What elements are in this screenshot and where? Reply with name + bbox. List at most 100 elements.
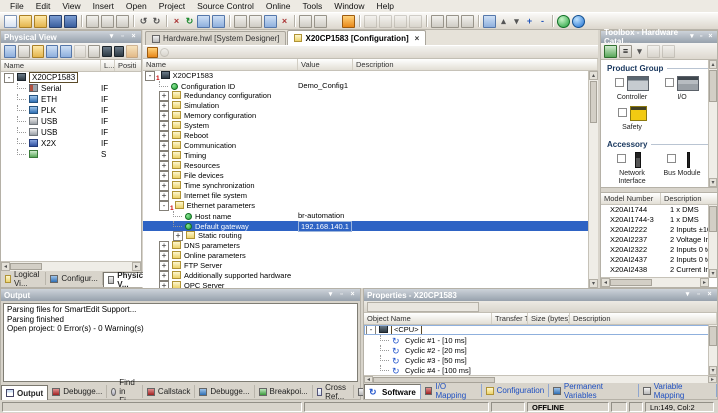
undo-icon[interactable]: ↺: [138, 16, 149, 27]
col-name[interactable]: Name: [143, 59, 298, 70]
filter-clear-icon[interactable]: [662, 45, 675, 58]
close-icon[interactable]: ×: [348, 291, 357, 300]
safety-checkbox[interactable]: [618, 108, 627, 117]
expand-icon[interactable]: +: [159, 151, 169, 161]
close-icon[interactable]: ×: [129, 33, 138, 42]
bus-module-checkbox[interactable]: [667, 154, 676, 163]
config-row[interactable]: +Memory configuration: [143, 111, 589, 121]
bookmark-up-icon[interactable]: ▴: [498, 16, 509, 27]
config-row-root[interactable]: -1X20CP1583: [143, 71, 589, 81]
accessory-network-interface[interactable]: Network Interface: [607, 152, 657, 186]
col-transfer-to[interactable]: Transfer To: [492, 313, 528, 324]
config-column-header[interactable]: Name Value Description: [143, 59, 598, 71]
accessory-bus-module[interactable]: Bus Module: [657, 152, 707, 186]
config-vscrollbar[interactable]: ▴ ▾: [588, 71, 598, 288]
list-view-icon[interactable]: ≡: [619, 45, 632, 58]
software-row-cyclic4[interactable]: ↻Cyclic #4 - [100 ms]: [364, 365, 717, 375]
filter-icon[interactable]: [60, 45, 72, 58]
paste-icon[interactable]: [116, 15, 129, 28]
col-description[interactable]: Description: [570, 313, 717, 324]
model-table-header[interactable]: Model Number Description: [601, 193, 717, 205]
expand-icon[interactable]: +: [159, 261, 169, 271]
build-icon[interactable]: [197, 15, 210, 28]
close-icon[interactable]: ×: [707, 33, 714, 42]
expand-icon[interactable]: +: [159, 171, 169, 181]
refresh-tree-icon[interactable]: [4, 45, 16, 58]
module-icon[interactable]: [102, 46, 112, 57]
expand-icon[interactable]: +: [159, 191, 169, 201]
properties-filter-box[interactable]: [367, 302, 479, 312]
edit-mode-icon[interactable]: [147, 47, 158, 58]
open-file-icon[interactable]: [34, 15, 47, 28]
monitor-icon[interactable]: [264, 15, 277, 28]
col-name[interactable]: Name: [1, 60, 101, 71]
pin-icon[interactable]: ▫: [118, 33, 127, 42]
tab-x20cp1583-configuration[interactable]: X20CP1583 [Configuration]×: [287, 30, 426, 45]
tab-cross-reference[interactable]: Cross Ref...: [313, 385, 354, 398]
expand-icon[interactable]: +: [159, 241, 169, 251]
product-group-io[interactable]: I/O: [657, 76, 707, 102]
config-row[interactable]: +System: [143, 121, 589, 131]
power-icon[interactable]: [329, 16, 340, 27]
controller-checkbox[interactable]: [615, 78, 624, 87]
tab-io-mapping[interactable]: I/O Mapping: [421, 384, 482, 397]
expand-icon[interactable]: +: [159, 181, 169, 191]
expand-icon[interactable]: +: [159, 281, 169, 288]
search-icon[interactable]: [18, 45, 30, 58]
config-row[interactable]: +DNS parameters: [143, 241, 589, 251]
model-table-vscrollbar[interactable]: ▾: [708, 205, 717, 278]
pin-icon[interactable]: ▫: [337, 291, 346, 300]
product-group-safety[interactable]: Safety: [607, 106, 657, 132]
menu-online[interactable]: Online: [260, 0, 297, 12]
config-row[interactable]: +Communication: [143, 141, 589, 151]
io-checkbox[interactable]: [665, 78, 674, 87]
config-row-default-gateway[interactable]: Default gateway 192.168.140.1: [143, 221, 589, 231]
network-interface-checkbox[interactable]: [617, 154, 626, 163]
zoom-out-icon[interactable]: -: [537, 16, 548, 27]
offline-globe-icon[interactable]: [572, 15, 585, 28]
tab-software[interactable]: ↻Software: [364, 384, 421, 399]
open-project-icon[interactable]: [19, 15, 32, 28]
catalog-view-icon[interactable]: [604, 45, 617, 58]
tab-debugger-watch[interactable]: Debugge...: [195, 385, 254, 398]
tab-configuration-view[interactable]: Configur...: [46, 272, 102, 285]
model-row[interactable]: X20AI24382 Current Inputs,: [601, 265, 709, 275]
close-tab-icon[interactable]: ×: [415, 34, 420, 43]
product-group-controller[interactable]: Controller: [607, 76, 657, 102]
expand-icon[interactable]: +: [159, 111, 169, 121]
config-row[interactable]: +Reboot: [143, 131, 589, 141]
pin-icon[interactable]: ▫: [694, 291, 703, 300]
profiler-icon[interactable]: [461, 15, 474, 28]
menu-insert[interactable]: Insert: [87, 0, 120, 12]
model-row[interactable]: X20AI23222 Inputs 0 to 20: [601, 245, 709, 255]
model-row[interactable]: X20AI22222 Inputs ±10 V,: [601, 225, 709, 235]
expand-icon[interactable]: +: [159, 121, 169, 131]
panel-menu-icon[interactable]: ▾: [326, 291, 335, 300]
list-dropdown-icon[interactable]: ▾: [634, 46, 645, 57]
zoom-tool-icon[interactable]: [299, 15, 312, 28]
tab-callstack[interactable]: Callstack: [143, 385, 195, 398]
compare-config-icon[interactable]: [160, 48, 169, 57]
redo-icon[interactable]: ↻: [151, 16, 162, 27]
config-row-ethernet[interactable]: -1Ethernet parameters: [143, 201, 589, 211]
col-value[interactable]: Value: [298, 59, 353, 70]
menu-source-control[interactable]: Source Control: [191, 0, 260, 12]
trace-icon[interactable]: [446, 15, 459, 28]
expand-icon[interactable]: +: [159, 271, 169, 281]
menu-tools[interactable]: Tools: [296, 0, 328, 12]
find-icon[interactable]: [483, 15, 496, 28]
close-icon[interactable]: ×: [705, 291, 714, 300]
software-row-cyclic2[interactable]: ↻Cyclic #2 - [20 ms]: [364, 345, 717, 355]
bookmark-down-icon[interactable]: ▾: [511, 16, 522, 27]
catalog-icon[interactable]: [32, 45, 44, 58]
doc-icon[interactable]: [74, 45, 86, 58]
services-icon[interactable]: [314, 15, 327, 28]
tab-permanent-variables[interactable]: Permanent Variables: [549, 384, 639, 397]
pin-icon[interactable]: ▫: [698, 33, 705, 42]
tree-node-plk[interactable]: PLK IF: [1, 105, 141, 116]
tree-node-slot[interactable]: S: [1, 149, 141, 160]
tree-node-usb1[interactable]: USB IF: [1, 116, 141, 127]
software-row-cpu[interactable]: -<CPU>: [364, 325, 717, 335]
online-globe-icon[interactable]: [557, 15, 570, 28]
rebuild-icon[interactable]: [212, 15, 225, 28]
